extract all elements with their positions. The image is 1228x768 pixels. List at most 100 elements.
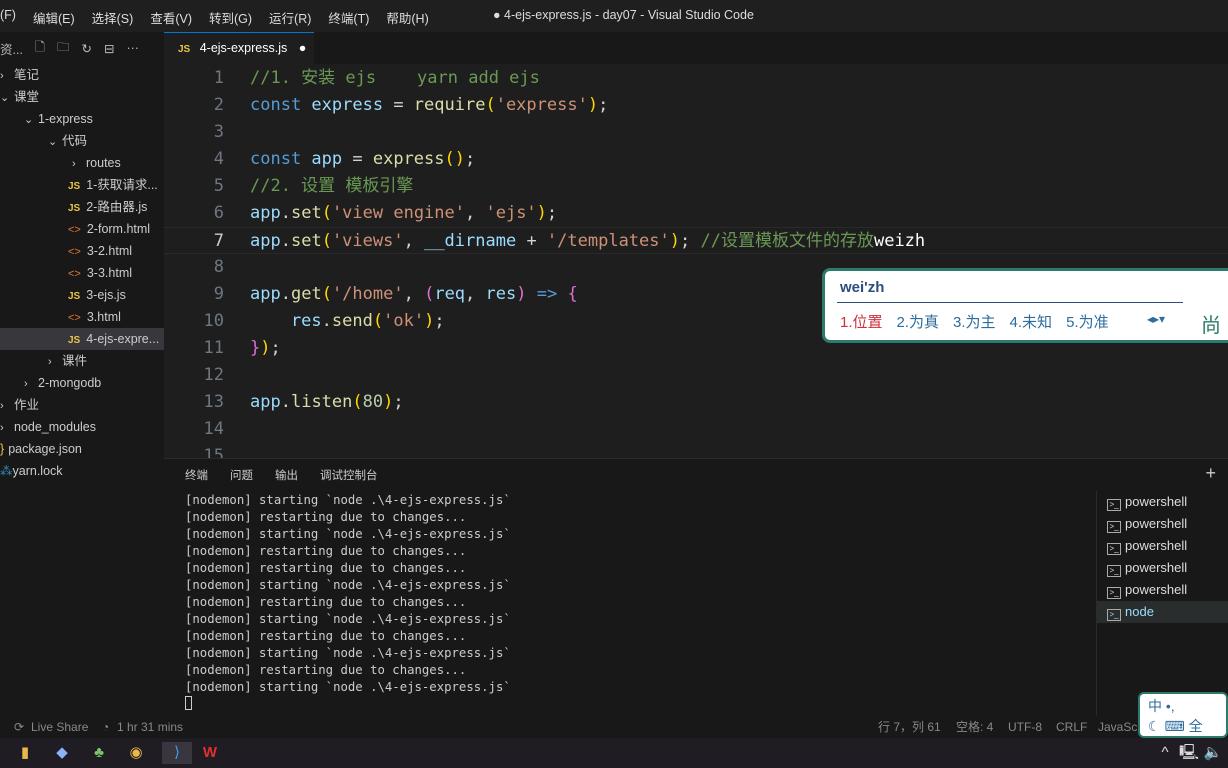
code-text[interactable]: res.send('ok'); — [250, 308, 445, 335]
encoding[interactable]: UTF-8 — [1008, 716, 1042, 738]
title-bar: (F) 编辑(E) 选择(S) 查看(V) 转到(G) 运行(R) 终端(T) 帮助(H) ●… — [0, 0, 1228, 32]
code-text[interactable]: app.set('views', __dirname + '/templates… — [250, 228, 925, 255]
terminal-list-item[interactable]: >_ powershell — [1097, 557, 1228, 579]
vscode-icon[interactable]: ⟩ — [162, 742, 192, 764]
tree-item[interactable]: <> 3-2.html — [0, 240, 164, 262]
code-text[interactable]: app.listen(80); — [250, 389, 404, 416]
tree-item[interactable]: <> 3-3.html — [0, 262, 164, 284]
code-line[interactable]: 15 — [164, 443, 1228, 458]
terminal-list-item[interactable]: >_ powershell — [1097, 535, 1228, 557]
live-share-icon[interactable]: ⟳ — [14, 716, 24, 738]
code-text[interactable]: const express = require('express'); — [250, 92, 608, 119]
ime-moon-icon[interactable]: ☾ — [1148, 718, 1161, 734]
terminal-list-item[interactable]: >_ powershell — [1097, 513, 1228, 535]
new-terminal-icon[interactable]: + — [1205, 463, 1216, 484]
code-text[interactable]: }); — [250, 335, 281, 362]
tree-item[interactable]: JS 2-路由器.js — [0, 196, 164, 218]
tree-item[interactable]: ⌄ 课堂 — [0, 86, 164, 108]
menu-item[interactable]: 帮助(H) — [386, 8, 428, 27]
code-text[interactable]: //1. 安装 ejs yarn add ejs — [250, 65, 540, 92]
ime-candidate[interactable]: 4.未知 — [1010, 311, 1053, 332]
menu-item[interactable]: 查看(V) — [150, 8, 192, 27]
git-client-icon[interactable]: ◆ — [51, 742, 73, 764]
ime-candidate[interactable]: 1.位置 — [840, 311, 883, 332]
editor-tabs: JS 4-ejs-express.js ● — [164, 32, 1228, 64]
code-token: + — [516, 231, 547, 251]
tree-item[interactable]: › 笔记 — [0, 64, 164, 86]
wps-icon[interactable]: W — [199, 742, 221, 764]
tree-item[interactable]: › node_modules — [0, 416, 164, 438]
panel-tab[interactable]: 终端 — [185, 467, 208, 483]
language-mode[interactable]: JavaSc — [1098, 716, 1137, 738]
tree-item[interactable]: › 作业 — [0, 394, 164, 416]
panel-tab[interactable]: 调试控制台 — [320, 467, 378, 483]
code-line[interactable]: 6 app.set('view engine', 'ejs'); — [164, 200, 1228, 227]
code-text[interactable]: app.set('view engine', 'ejs'); — [250, 200, 557, 227]
tree-item[interactable]: <> 3.html — [0, 306, 164, 328]
code-line[interactable]: 4 const app = express(); — [164, 146, 1228, 173]
ime-candidate[interactable]: 5.为准 — [1066, 311, 1109, 332]
collapse-all-icon[interactable]: ⊟ — [104, 41, 114, 56]
ime-page-arrows-icon[interactable]: ◂▸▾ — [1147, 312, 1165, 326]
ime-fullwidth[interactable]: 全 — [1189, 718, 1203, 734]
ime-candidate[interactable]: 2.为真 — [897, 311, 940, 332]
tree-item[interactable]: JS 3-ejs.js — [0, 284, 164, 306]
menu-item[interactable]: 转到(G) — [209, 8, 252, 27]
terminal-prompt[interactable] — [185, 696, 511, 713]
chrome-icon[interactable]: ◉ — [125, 742, 147, 764]
tree-item[interactable]: ⁂yarn.lock — [0, 460, 164, 482]
refresh-icon[interactable]: ↻ — [82, 41, 92, 56]
tree-item[interactable]: › 课件 — [0, 350, 164, 372]
new-file-icon[interactable]: 🗋 — [35, 38, 45, 59]
code-text[interactable]: app.get('/home', (req, res) => { — [250, 281, 578, 308]
line-ending[interactable]: CRLF — [1056, 716, 1087, 738]
more-icon[interactable]: ··· — [126, 41, 139, 55]
tree-item[interactable]: › routes — [0, 152, 164, 174]
code-line[interactable]: 1 //1. 安装 ejs yarn add ejs — [164, 65, 1228, 92]
live-share[interactable]: Live Share — [31, 716, 88, 738]
terminal-output[interactable]: [nodemon] starting `node .\4-ejs-express… — [185, 492, 511, 713]
code-editor[interactable]: 1 //1. 安装 ejs yarn add ejs 2 const express … — [164, 64, 1228, 458]
ime-status-bar[interactable]: 中 •, ☾ ⌨ 全 — [1138, 692, 1228, 738]
indentation[interactable]: 空格: 4 — [956, 716, 993, 738]
cursor-position[interactable]: 行 7，列 61 — [878, 716, 941, 738]
menu-item[interactable]: (F) — [0, 8, 16, 27]
terminal-line: [nodemon] starting `node .\4-ejs-express… — [185, 527, 511, 541]
tree-item[interactable]: } package.json — [0, 438, 164, 460]
code-text[interactable]: //2. 设置 模板引擎 — [250, 173, 413, 200]
ime-candidate[interactable]: 3.为主 — [953, 311, 996, 332]
terminal-list-item[interactable]: >_ powershell — [1097, 491, 1228, 513]
code-line[interactable]: 5 //2. 设置 模板引擎 — [164, 173, 1228, 200]
terminal-list-item[interactable]: >_ powershell — [1097, 579, 1228, 601]
volume-icon[interactable]: 🔈 — [1202, 742, 1224, 764]
menu-item[interactable]: 运行(R) — [269, 8, 311, 27]
tree-item[interactable]: ⌄ 1-express — [0, 108, 164, 130]
ime-mode[interactable]: 中 •, — [1148, 696, 1218, 716]
file-explorer-icon[interactable]: ▮ — [14, 742, 36, 764]
code-line[interactable]: 7 app.set('views', __dirname + '/template… — [164, 227, 1228, 254]
clover-app-icon[interactable]: ♣ — [88, 742, 110, 764]
menu-item[interactable]: 选择(S) — [92, 8, 134, 27]
terminal-list-item[interactable]: >_ node — [1097, 601, 1228, 623]
unsaved-dot-icon[interactable]: ● — [299, 41, 307, 55]
menu-item[interactable]: 编辑(E) — [33, 8, 75, 27]
code-line[interactable]: 13 app.listen(80); — [164, 389, 1228, 416]
tray-chevron-icon[interactable]: ^ — [1154, 742, 1176, 764]
code-text[interactable]: const app = express(); — [250, 146, 475, 173]
code-line[interactable]: 14 — [164, 416, 1228, 443]
menu-item[interactable]: 终端(T) — [328, 8, 369, 27]
tree-item[interactable]: ⌄ 代码 — [0, 130, 164, 152]
ime-keyboard-icon[interactable]: ⌨ — [1164, 718, 1184, 734]
tab-4-ejs-express[interactable]: JS 4-ejs-express.js ● — [164, 32, 314, 64]
new-folder-icon[interactable]: 🗀 — [57, 38, 70, 59]
panel-tab[interactable]: 输出 — [275, 467, 298, 483]
tree-item[interactable]: JS 4-ejs-expre... — [0, 328, 164, 350]
tree-item[interactable]: › 2-mongodb — [0, 372, 164, 394]
code-line[interactable]: 12 — [164, 362, 1228, 389]
panel-tab[interactable]: 问题 — [230, 467, 253, 483]
tree-item[interactable]: <> 2-form.html — [0, 218, 164, 240]
tree-item[interactable]: JS 1-获取请求... — [0, 174, 164, 196]
code-line[interactable]: 2 const express = require('express'); — [164, 92, 1228, 119]
code-line[interactable]: 3 — [164, 119, 1228, 146]
network-icon[interactable]: 🖳 — [1178, 742, 1200, 764]
